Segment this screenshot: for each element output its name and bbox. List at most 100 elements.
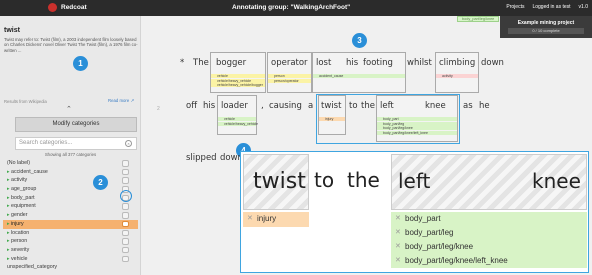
labeled-span-operator[interactable]: operator person person/operator <box>267 52 312 93</box>
labeled-span-left-knee[interactable]: left knee body_part body_part/leg body_p… <box>376 95 458 142</box>
clear-search-icon[interactable]: × <box>125 140 132 147</box>
label-tag[interactable]: vehicle/heavy_vehicle <box>218 121 258 126</box>
category-count-badge <box>122 238 129 245</box>
category-item[interactable]: ▸ equipment <box>3 202 138 211</box>
top-nav: Projects Logged in as test v1.0 <box>506 4 588 10</box>
token[interactable]: down <box>481 58 504 68</box>
token[interactable]: as <box>463 101 473 111</box>
label-tag[interactable]: activity <box>436 74 478 79</box>
expand-chevron-icon[interactable]: ▸ <box>7 195 10 201</box>
token[interactable]: operator <box>271 58 308 68</box>
token[interactable]: his <box>203 101 215 111</box>
labeled-span-loader[interactable]: loader vehicle vehicle/heavy_vehicle <box>217 95 258 135</box>
category-item[interactable]: ▸ body_part <box>3 194 138 203</box>
category-item[interactable]: ▸ accident_cause <box>3 168 138 177</box>
label-tag[interactable]: injury <box>319 117 345 122</box>
token[interactable]: footing <box>363 58 393 68</box>
page-title: Annotating group: "WalkingArchFoot" <box>232 4 351 11</box>
remove-label-icon[interactable]: ✕ <box>247 212 253 225</box>
token[interactable]: * <box>180 58 184 68</box>
token[interactable]: his <box>346 58 358 68</box>
doc-description: Twist may refer to: Twist (film), a 2003… <box>4 37 138 53</box>
token[interactable]: a <box>308 101 313 111</box>
category-count-badge <box>122 246 129 254</box>
chevron-up-icon[interactable]: ⌃ <box>66 105 72 113</box>
category-item[interactable]: (No label) <box>3 159 138 168</box>
remove-label-icon[interactable]: ✕ <box>395 254 401 267</box>
injury-label[interactable]: ✕ injury <box>243 212 309 227</box>
token[interactable]: off <box>186 101 197 111</box>
label-tag[interactable]: person/operator <box>268 78 311 83</box>
token[interactable]: twist <box>253 169 306 194</box>
expand-chevron-icon[interactable]: ▸ <box>7 169 10 175</box>
body-part-knee-label[interactable]: ✕ body_part/leg/knee <box>391 240 587 254</box>
token[interactable]: The <box>193 58 209 68</box>
top-bar: Redcoat Annotating group: "WalkingArchFo… <box>0 0 592 16</box>
token[interactable]: twist <box>321 101 341 111</box>
token[interactable]: whilst <box>407 58 432 68</box>
category-item[interactable]: ▸ activity <box>3 176 138 185</box>
labeled-span-bogger[interactable]: bogger vehicle vehicle/heavy_vehicle veh… <box>210 52 266 93</box>
token[interactable]: left <box>398 169 430 193</box>
token[interactable]: knee <box>532 169 581 193</box>
expand-chevron-icon[interactable]: ▸ <box>7 247 10 253</box>
token[interactable]: left <box>380 101 394 111</box>
expand-chevron-icon[interactable]: ▸ <box>7 186 10 192</box>
token[interactable]: bogger <box>216 58 246 68</box>
category-item[interactable]: ▸ location <box>3 229 138 238</box>
label-tag[interactable]: accident_cause <box>313 74 405 79</box>
token[interactable]: the <box>361 101 375 111</box>
row-number: 2 <box>157 106 160 112</box>
brand[interactable]: Redcoat <box>48 3 87 12</box>
label-tag[interactable]: vehicle/heavy_vehicle/bogger <box>211 83 265 88</box>
nav-projects[interactable]: Projects <box>506 4 524 10</box>
category-item[interactable]: ▸ severity <box>3 246 138 255</box>
left-knee-token-box[interactable]: left knee <box>391 154 587 210</box>
category-item[interactable]: ▸ gender <box>3 211 138 220</box>
category-count-badge <box>122 177 129 184</box>
expand-chevron-icon[interactable]: ▸ <box>7 177 10 183</box>
expand-chevron-icon[interactable]: ▸ <box>7 212 10 218</box>
search-categories-input[interactable]: Search categories... × <box>15 137 137 150</box>
remove-label-icon[interactable]: ✕ <box>395 212 401 225</box>
token[interactable]: loader <box>221 101 248 111</box>
token[interactable]: to <box>314 168 334 192</box>
token[interactable]: he <box>479 101 490 111</box>
nav-user[interactable]: Logged in as test <box>532 4 570 10</box>
category-item[interactable]: ▸ age_group <box>3 185 138 194</box>
read-more-link[interactable]: Read more ↗ <box>108 98 134 104</box>
label-tag[interactable]: body_part/leg/knee/left_knee <box>377 130 457 135</box>
token[interactable]: , <box>261 101 264 111</box>
remove-label-icon[interactable]: ✕ <box>395 240 401 253</box>
category-item-active[interactable]: ▸ injury <box>3 219 138 229</box>
showing-count: Showing all 377 categories <box>44 152 97 157</box>
token[interactable]: to <box>349 101 358 111</box>
token[interactable]: knee <box>425 101 446 111</box>
labeled-span-climbing[interactable]: climbing activity <box>435 52 479 93</box>
category-item[interactable]: ▸ vehicle <box>3 255 138 264</box>
twist-token-box[interactable]: twist <box>243 154 309 210</box>
expand-chevron-icon[interactable]: ▸ <box>7 203 10 209</box>
category-item[interactable]: unspecified_category <box>3 263 138 272</box>
token[interactable]: the <box>347 168 380 192</box>
token[interactable]: climbing <box>439 58 475 68</box>
category-item[interactable]: ▸ person <box>3 237 138 246</box>
labeled-span-twist[interactable]: twist injury <box>318 95 346 135</box>
body-part-left-knee-label[interactable]: ✕ body_part/leg/knee/left_knee <box>391 254 587 268</box>
body-part-leg-label[interactable]: ✕ body_part/leg <box>391 226 587 240</box>
expand-chevron-icon[interactable]: ▸ <box>7 230 10 236</box>
token[interactable]: causing <box>269 101 302 111</box>
remove-label-icon[interactable]: ✕ <box>395 226 401 239</box>
sidebar: twist Twist may refer to: Twist (film), … <box>0 16 141 275</box>
expand-chevron-icon[interactable]: ▸ <box>7 221 10 227</box>
expand-chevron-icon[interactable]: ▸ <box>7 256 10 262</box>
nav-version: v1.0 <box>578 4 588 10</box>
body-part-label[interactable]: ✕ body_part <box>391 212 587 226</box>
category-count-badge <box>122 160 129 167</box>
modify-categories-button[interactable]: Modify categories <box>15 117 137 132</box>
category-count-badge <box>122 168 129 176</box>
token[interactable]: lost <box>316 58 331 68</box>
expand-chevron-icon[interactable]: ▸ <box>7 238 10 244</box>
token[interactable]: slipped <box>186 153 217 163</box>
labeled-span-lost-footing[interactable]: lost his footing accident_cause <box>312 52 406 93</box>
